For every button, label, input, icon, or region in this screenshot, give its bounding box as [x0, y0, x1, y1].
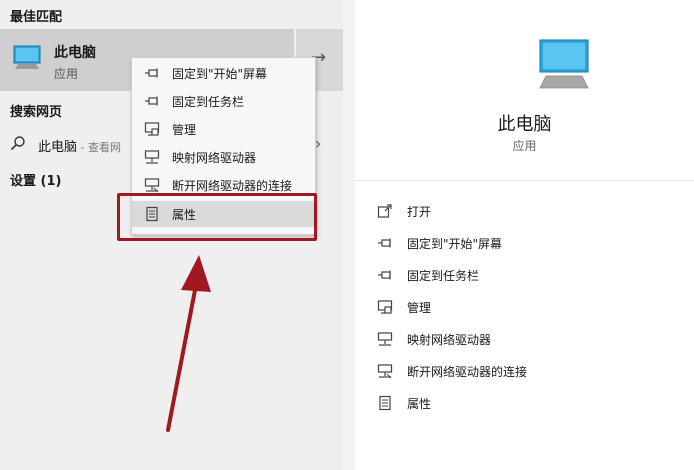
action-open[interactable]: 打开: [377, 200, 677, 224]
action-label: 固定到任务栏: [407, 269, 480, 283]
detail-subtitle: 应用: [512, 139, 537, 153]
pin-icon: [377, 235, 393, 251]
action-label: 断开网络驱动器的连接: [407, 365, 528, 379]
pin-icon: [377, 267, 393, 283]
computer-icon: [536, 38, 592, 94]
separator: [355, 180, 694, 181]
detail-title: 此电脑: [497, 114, 552, 135]
manage-icon: [377, 299, 393, 315]
action-label: 打开: [407, 205, 432, 219]
action-label: 固定到"开始"屏幕: [407, 237, 503, 251]
action-pin-to-taskbar[interactable]: 固定到任务栏: [377, 264, 677, 288]
action-label: 映射网络驱动器: [407, 333, 492, 347]
action-manage[interactable]: 管理: [377, 296, 677, 320]
detail-panel: 此电脑 应用 打开 固定到"开始"屏幕 固定到任务栏 管理 映射网络驱动器 断开…: [355, 0, 694, 470]
action-properties[interactable]: 属性: [377, 392, 677, 416]
properties-icon: [377, 395, 393, 411]
action-label: 属性: [407, 397, 432, 411]
open-icon: [377, 203, 393, 219]
action-map-network-drive[interactable]: 映射网络驱动器: [377, 328, 677, 352]
disconnect-drive-icon: [377, 363, 393, 379]
action-label: 管理: [407, 301, 432, 315]
action-pin-to-start[interactable]: 固定到"开始"屏幕: [377, 232, 677, 256]
network-drive-icon: [377, 331, 393, 347]
action-disconnect-network-drive[interactable]: 断开网络驱动器的连接: [377, 360, 677, 384]
